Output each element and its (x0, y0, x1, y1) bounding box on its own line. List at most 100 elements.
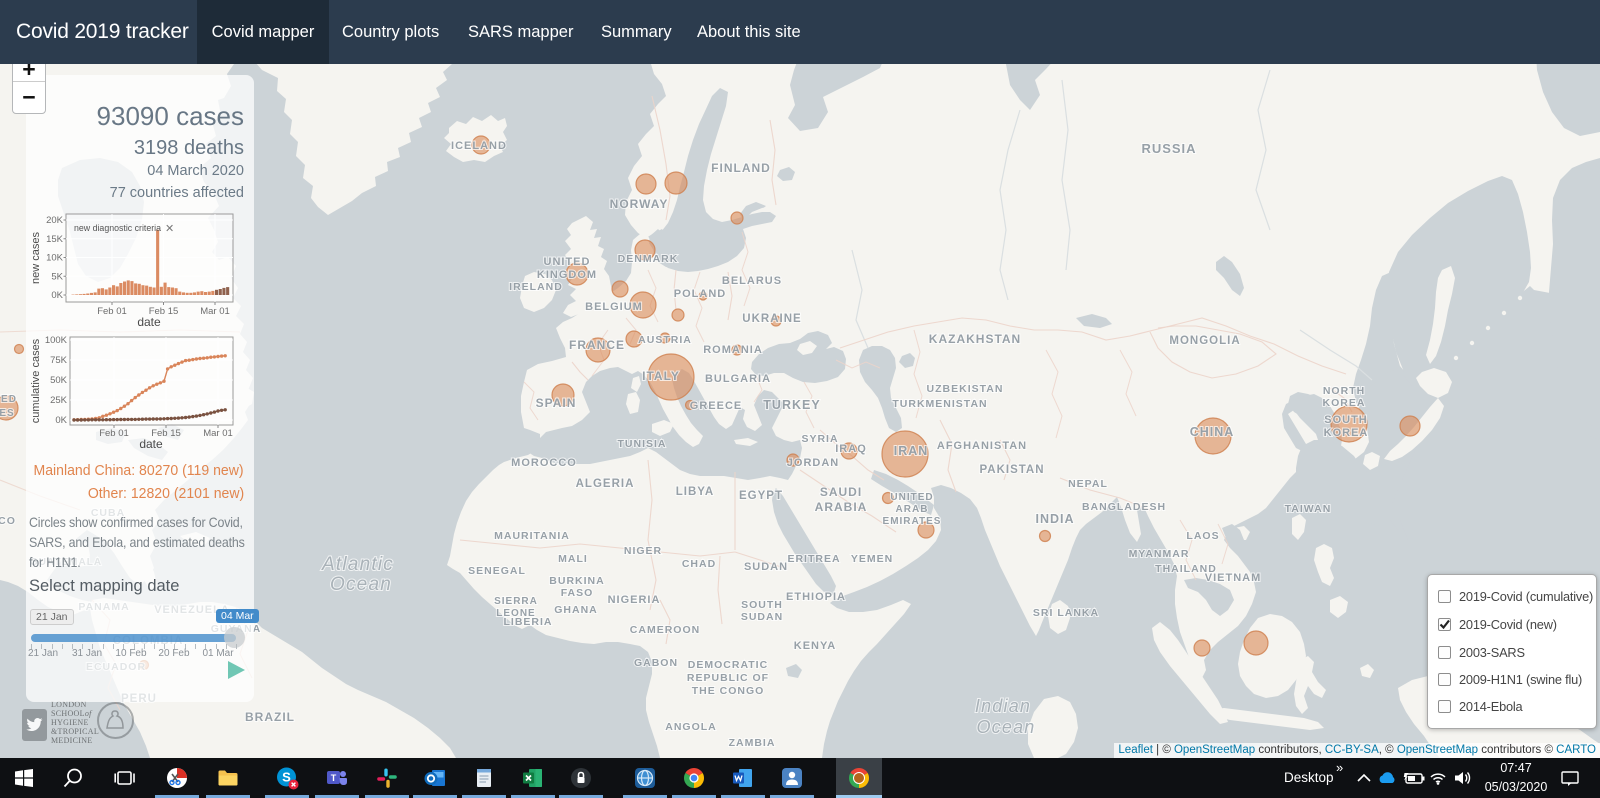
svg-text:AFGHANISTAN: AFGHANISTAN (937, 440, 1027, 452)
svg-text:BANGLADESH: BANGLADESH (1082, 501, 1166, 513)
svg-text:IRAN: IRAN (894, 444, 929, 458)
svg-text:KENYA: KENYA (794, 640, 837, 652)
svg-text:TURKEY: TURKEY (763, 398, 820, 412)
svg-text:10K: 10K (46, 253, 64, 264)
svg-text:Feb 01: Feb 01 (97, 306, 127, 317)
svg-text:CO: CO (0, 515, 16, 527)
svg-text:CHAD: CHAD (682, 558, 716, 570)
svg-text:Ocean: Ocean (330, 574, 392, 595)
svg-text:Indian: Indian (975, 696, 1031, 716)
svg-text:JORDAN: JORDAN (787, 457, 839, 469)
svg-text:CHINA: CHINA (1190, 425, 1235, 439)
svg-text:BRAZIL: BRAZIL (245, 710, 295, 724)
svg-text:new cases: new cases (30, 232, 42, 284)
svg-text:ITALY: ITALY (642, 369, 680, 383)
svg-text:KOREA: KOREA (1323, 397, 1366, 409)
svg-text:PAKISTAN: PAKISTAN (979, 464, 1044, 476)
svg-text:SOUTH: SOUTH (741, 599, 783, 611)
svg-text:ARABIA: ARABIA (815, 500, 868, 514)
svg-text:0K: 0K (51, 290, 63, 301)
svg-text:DENMARK: DENMARK (618, 253, 679, 265)
svg-text:ERITREA: ERITREA (787, 553, 840, 565)
svg-text:RUSSIA: RUSSIA (1141, 141, 1196, 156)
svg-text:SIERRA: SIERRA (494, 596, 538, 607)
svg-text:NIGERIA: NIGERIA (608, 594, 661, 606)
svg-text:REPUBLIC OF: REPUBLIC OF (687, 672, 769, 684)
svg-text:cumulative cases: cumulative cases (30, 338, 42, 423)
svg-text:IRAQ: IRAQ (835, 443, 867, 455)
svg-text:new diagnostic criteria: new diagnostic criteria (74, 223, 161, 233)
svg-text:MYANMAR: MYANMAR (1129, 548, 1190, 560)
svg-text:MONGOLIA: MONGOLIA (1169, 335, 1240, 347)
svg-text:Atlantic: Atlantic (321, 554, 394, 575)
svg-text:Feb 01: Feb 01 (99, 428, 129, 439)
svg-text:LIBERIA: LIBERIA (504, 616, 553, 628)
svg-text:SUDAN: SUDAN (741, 611, 783, 623)
svg-text:ALGERIA: ALGERIA (576, 478, 635, 490)
svg-text:Mar 01: Mar 01 (203, 428, 233, 439)
svg-text:MAURITANIA: MAURITANIA (494, 530, 570, 542)
svg-text:LAOS: LAOS (1186, 530, 1219, 542)
svg-text:LIBYA: LIBYA (676, 486, 714, 498)
svg-text:POLAND: POLAND (674, 288, 726, 300)
svg-text:NEPAL: NEPAL (1068, 478, 1108, 490)
svg-text:Mar 01: Mar 01 (200, 306, 230, 317)
svg-text:FINLAND: FINLAND (711, 161, 771, 175)
svg-text:ZAMBIA: ZAMBIA (729, 737, 776, 749)
svg-text:ARAB: ARAB (896, 504, 929, 515)
svg-text:Ocean: Ocean (976, 717, 1035, 737)
svg-text:20K: 20K (46, 215, 64, 226)
svg-text:INDIA: INDIA (1035, 512, 1074, 526)
svg-text:CAMEROON: CAMEROON (630, 624, 700, 636)
svg-text:date: date (139, 437, 163, 451)
svg-text:BELARUS: BELARUS (722, 275, 782, 287)
svg-text:VIETNAM: VIETNAM (1205, 572, 1262, 584)
svg-text:date: date (137, 315, 161, 329)
svg-text:BULGARIA: BULGARIA (705, 373, 771, 385)
svg-text:UZBEKISTAN: UZBEKISTAN (927, 383, 1004, 395)
svg-text:100K: 100K (45, 335, 68, 346)
svg-text:NORWAY: NORWAY (610, 197, 669, 211)
svg-text:SUDAN: SUDAN (744, 561, 788, 573)
svg-text:GABON: GABON (634, 657, 678, 669)
svg-text:KAZAKHSTAN: KAZAKHSTAN (929, 332, 1021, 346)
svg-text:ICELAND: ICELAND (451, 140, 507, 152)
svg-text:TURKMENISTAN: TURKMENISTAN (892, 398, 987, 410)
svg-text:ETHIOPIA: ETHIOPIA (786, 591, 846, 603)
svg-text:NIGER: NIGER (624, 545, 662, 557)
svg-text:NORTH: NORTH (1323, 385, 1365, 397)
svg-text:BURKINA: BURKINA (549, 575, 604, 587)
svg-text:15K: 15K (46, 234, 64, 245)
svg-text:✕: ✕ (165, 223, 174, 235)
svg-text:UNITED: UNITED (890, 492, 933, 503)
svg-text:ROMANIA: ROMANIA (703, 344, 763, 356)
svg-text:SYRIA: SYRIA (801, 433, 838, 445)
svg-text:DEMOCRATIC: DEMOCRATIC (688, 659, 768, 671)
svg-text:FRANCE: FRANCE (569, 338, 625, 352)
svg-text:MOROCCO: MOROCCO (511, 457, 577, 469)
svg-text:GHANA: GHANA (554, 604, 598, 616)
svg-text:EMIRATES: EMIRATES (883, 516, 942, 527)
svg-text:TUNISIA: TUNISIA (618, 438, 667, 450)
svg-text:SPAIN: SPAIN (536, 396, 577, 410)
svg-text:SRI LANKA: SRI LANKA (1033, 607, 1099, 619)
svg-text:YEMEN: YEMEN (851, 553, 893, 565)
svg-text:AUSTRIA: AUSTRIA (638, 334, 692, 346)
svg-text:75K: 75K (50, 355, 68, 366)
svg-text:SAUDI: SAUDI (820, 485, 862, 499)
svg-text:GREECE: GREECE (690, 400, 742, 412)
svg-text:EGYPT: EGYPT (739, 490, 783, 502)
svg-text:ES: ES (0, 408, 15, 419)
svg-text:25K: 25K (50, 395, 68, 406)
svg-text:ANGOLA: ANGOLA (665, 721, 717, 733)
svg-text:THE CONGO: THE CONGO (692, 685, 765, 697)
svg-text:ED: ED (1, 394, 17, 405)
svg-text:UNITED: UNITED (544, 256, 591, 268)
svg-text:T: T (331, 773, 337, 783)
svg-text:BELGIUM: BELGIUM (585, 301, 643, 313)
svg-text:KINGDOM: KINGDOM (537, 269, 597, 281)
svg-text:50K: 50K (50, 375, 68, 386)
svg-text:FASO: FASO (561, 587, 594, 599)
svg-text:5K: 5K (51, 271, 63, 282)
svg-text:MALI: MALI (558, 553, 588, 565)
